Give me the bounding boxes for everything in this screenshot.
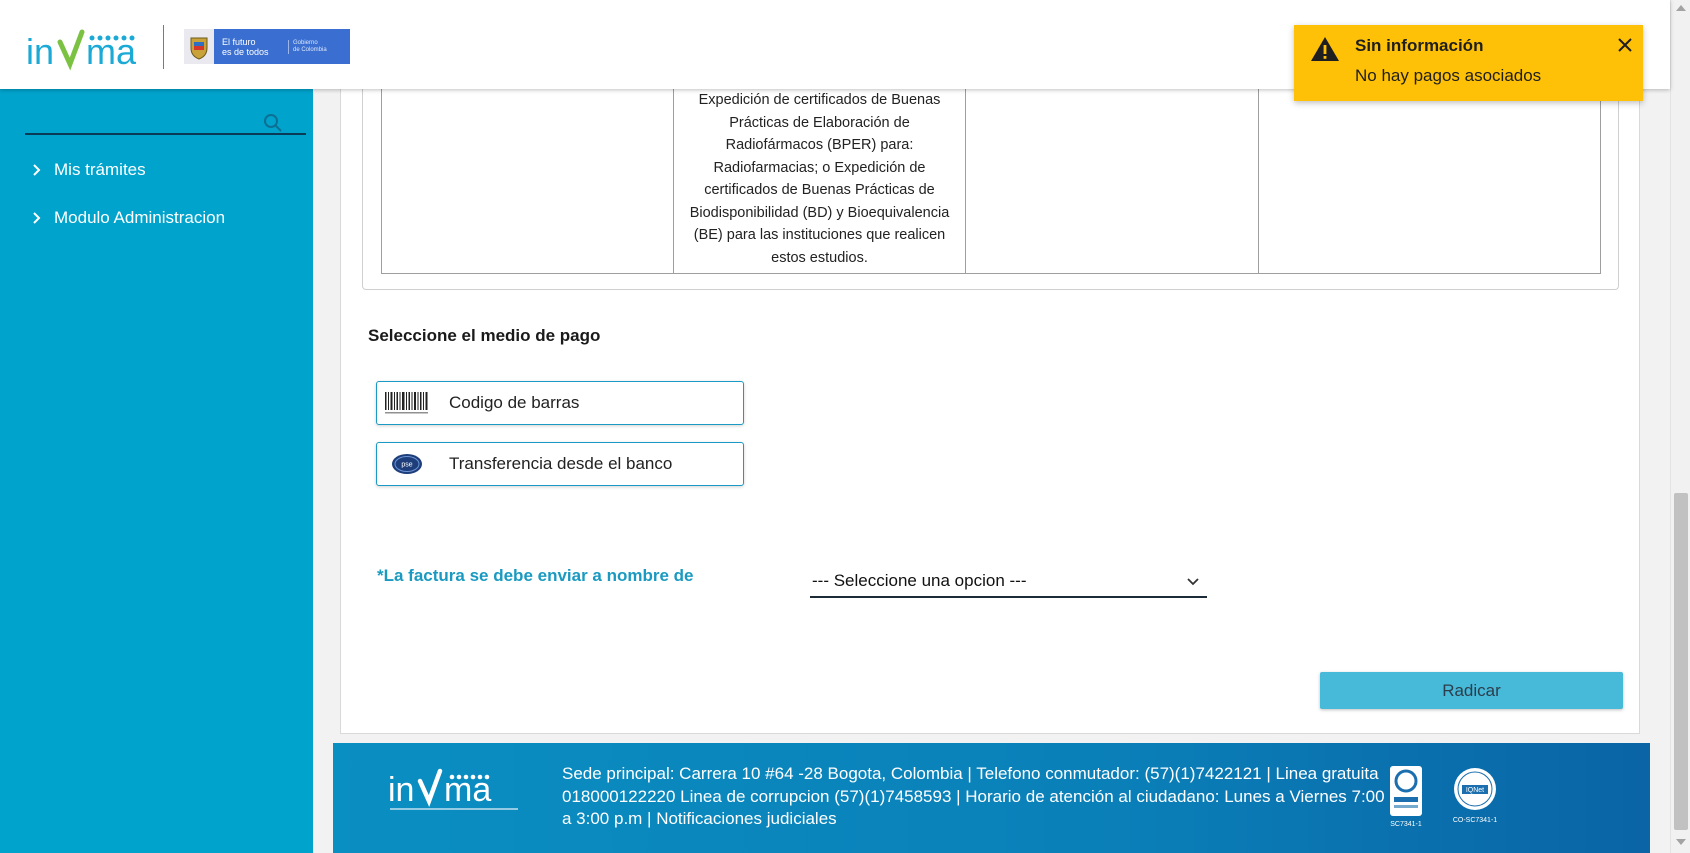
footer-invima-logo: in ma [388, 768, 518, 810]
cert-code: SC7341-1 [1390, 821, 1422, 828]
table-cell-description: Expedición de certificados de Buenas Prá… [674, 89, 966, 273]
chevron-right-icon [33, 212, 41, 224]
footer: in ma Sede principal: Carrera 10 #64 -28… [333, 743, 1650, 853]
footer-contact-text: Sede principal: Carrera 10 #64 -28 Bogot… [562, 764, 1418, 828]
tramite-description: Expedición de certificados de Buenas Prá… [689, 92, 950, 266]
table-cell [966, 89, 1259, 273]
gov-logo-text: El futuro es de todos [222, 36, 269, 57]
barcode-payment-button[interactable]: Codigo de barras [376, 381, 744, 425]
table-cell [1259, 89, 1552, 273]
tramite-table: Expedición de certificados de Buenas Prá… [381, 89, 1601, 274]
scroll-up-arrow-icon[interactable] [1676, 5, 1686, 11]
sidebar-item-label: Modulo Administracion [54, 208, 226, 227]
invoice-recipient-label: *La factura se debe enviar a nombre de [377, 566, 694, 585]
close-icon[interactable] [1616, 36, 1634, 54]
colombia-shield-icon [184, 29, 214, 64]
cert-code: CO-SC7341-1 [1452, 817, 1498, 824]
invoice-recipient-select[interactable]: --- Seleccione una opcion --- [810, 566, 1207, 598]
bank-transfer-payment-label: Transferencia desde el banco [449, 454, 673, 473]
iqnet-certification-badge: IQNet CO-SC7341-1 [1447, 765, 1503, 835]
barcode-icon [385, 392, 428, 414]
warning-icon [1311, 37, 1339, 61]
sidebar-item-mis-tramites[interactable]: Mis trámites [30, 157, 146, 183]
svg-text:IQNet: IQNet [1466, 787, 1484, 794]
payment-section-title: Seleccione el medio de pago [368, 326, 601, 345]
svg-text:in: in [388, 771, 414, 809]
icontec-certification-icon [1390, 766, 1422, 816]
invima-logo[interactable]: in ma [26, 24, 158, 74]
iso-certification-badge: SC7341-1 [1378, 765, 1434, 835]
svg-text:in: in [26, 31, 54, 72]
invoice-recipient-selected: --- Seleccione una opcion --- [812, 571, 1027, 590]
scroll-down-arrow-icon[interactable] [1676, 839, 1686, 845]
pse-icon: pse [392, 454, 422, 474]
search-icon[interactable] [262, 112, 284, 134]
sidebar-item-label: Mis trámites [54, 160, 146, 179]
logo-divider [163, 25, 164, 69]
toast-title: Sin información [1355, 36, 1484, 55]
barcode-payment-label: Codigo de barras [449, 393, 580, 412]
gov-logo[interactable]: El futuro es de todos Gobierno de Colomb… [184, 29, 350, 64]
table-cell [382, 89, 674, 273]
bank-transfer-payment-button[interactable]: pse Transferencia desde el banco [376, 442, 744, 486]
toast-message: No hay pagos asociados [1355, 66, 1542, 85]
radicar-button[interactable]: Radicar [1320, 672, 1623, 709]
warning-toast: Sin información No hay pagos asociados [1294, 25, 1643, 101]
sidebar [0, 89, 313, 853]
sidebar-item-modulo-administracion[interactable]: Modulo Administracion [30, 205, 225, 231]
iqnet-certification-icon: IQNet [1454, 768, 1496, 810]
svg-text:pse: pse [401, 462, 412, 469]
page-scrollbar[interactable] [1670, 0, 1690, 853]
gov-logo-subtext: Gobierno de Colombia [288, 39, 327, 54]
chevron-right-icon [33, 164, 41, 176]
scrollbar-thumb[interactable] [1674, 493, 1688, 830]
chevron-down-icon [1187, 578, 1199, 586]
